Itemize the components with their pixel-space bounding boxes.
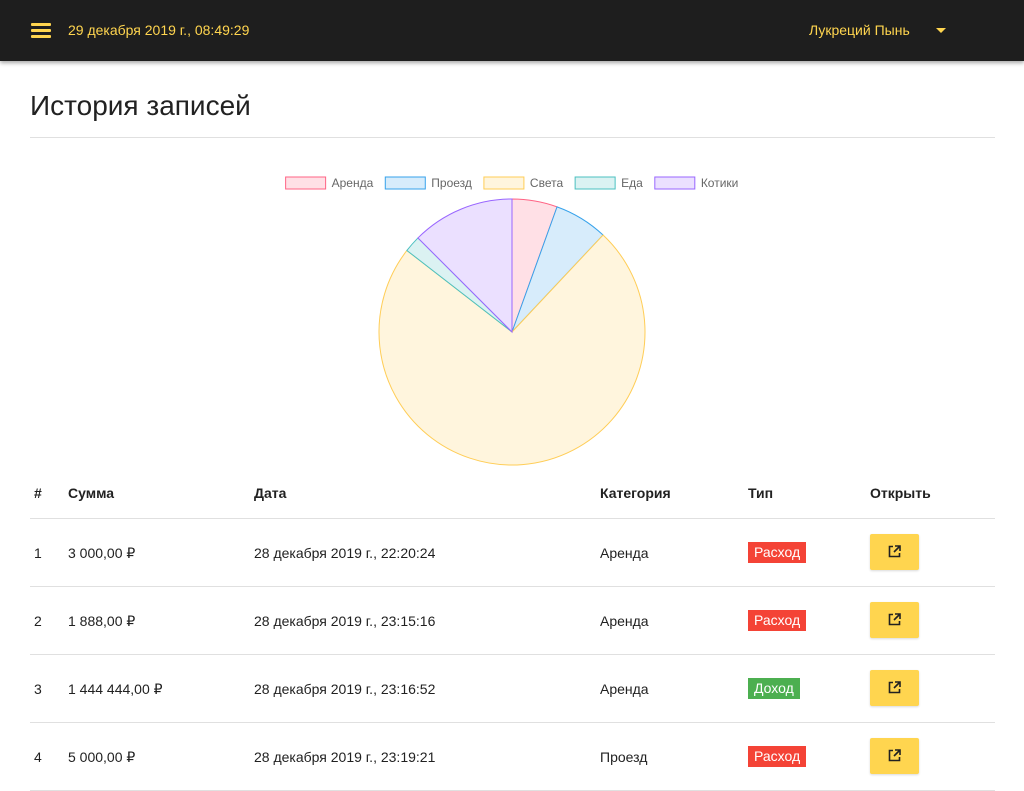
header-category: Категория (600, 485, 671, 501)
cell-category: Проезд (600, 749, 648, 765)
user-menu-name[interactable]: Лукреций Пынь (809, 22, 910, 38)
top-navbar: 29 декабря 2019 г., 08:49:29 Лукреций Пы… (0, 0, 1024, 61)
chart-slices (378, 198, 646, 466)
legend-swatch[interactable] (654, 176, 696, 190)
caret-down-icon[interactable] (936, 28, 946, 33)
cell-date: 28 декабря 2019 г., 23:15:16 (254, 613, 436, 629)
legend-label[interactable]: Котики (701, 176, 739, 190)
legend-label[interactable]: Света (530, 176, 564, 190)
cell-amount: 1 888,00 ₽ (68, 613, 136, 629)
table-row: 1 3 000,00 ₽ 28 декабря 2019 г., 22:20:2… (30, 519, 995, 587)
cell-amount: 3 000,00 ₽ (68, 545, 136, 561)
type-badge: Доход (748, 678, 800, 699)
open-record-button[interactable] (870, 670, 919, 706)
header-amount: Сумма (68, 485, 115, 501)
cell-category: Аренда (600, 545, 649, 561)
type-badge: Расход (748, 746, 807, 767)
legend-label[interactable]: Аренда (332, 176, 374, 190)
open-record-button[interactable] (870, 534, 919, 570)
pie-chart-svg: Аренда Проезд Света Еда Котики (285, 176, 739, 466)
cell-date: 28 декабря 2019 г., 23:16:52 (254, 681, 436, 697)
table-row: 4 5 000,00 ₽ 28 декабря 2019 г., 23:19:2… (30, 723, 995, 791)
open-in-new-icon (888, 545, 901, 558)
open-in-new-icon (888, 613, 901, 626)
records-table-body: 1 3 000,00 ₽ 28 декабря 2019 г., 22:20:2… (30, 519, 995, 791)
pie-chart: Аренда Проезд Света Еда Котики (0, 160, 1024, 480)
table-row: 3 1 444 444,00 ₽ 28 декабря 2019 г., 23:… (30, 655, 995, 723)
legend-swatch[interactable] (483, 176, 525, 190)
header-open: Открыть (870, 485, 931, 501)
cell-num: 4 (34, 749, 42, 765)
type-badge: Расход (748, 542, 807, 563)
table-header: # Сумма Дата Категория Тип Открыть (30, 476, 995, 519)
legend-swatch[interactable] (384, 176, 426, 190)
navbar-datetime: 29 декабря 2019 г., 08:49:29 (68, 22, 250, 38)
open-in-new-icon (888, 681, 901, 694)
header-num: # (34, 485, 42, 501)
cell-num: 1 (34, 545, 42, 561)
page-title: История записей (30, 90, 251, 121)
header-type: Тип (748, 485, 774, 501)
cell-date: 28 декабря 2019 г., 23:19:21 (254, 749, 436, 765)
open-record-button[interactable] (870, 738, 919, 774)
cell-num: 3 (34, 681, 42, 697)
header-date: Дата (254, 485, 287, 501)
cell-amount: 5 000,00 ₽ (68, 749, 136, 765)
chart-legend: Аренда Проезд Света Еда Котики (285, 176, 739, 190)
cell-category: Аренда (600, 613, 649, 629)
open-in-new-icon (888, 749, 901, 762)
cell-num: 2 (34, 613, 42, 629)
title-divider (30, 137, 995, 138)
cell-amount: 1 444 444,00 ₽ (68, 681, 163, 697)
open-record-button[interactable] (870, 602, 919, 638)
legend-label[interactable]: Проезд (431, 176, 472, 190)
table-row: 2 1 888,00 ₽ 28 декабря 2019 г., 23:15:1… (30, 587, 995, 655)
type-badge: Расход (748, 610, 807, 631)
hamburger-menu-icon[interactable] (28, 20, 54, 40)
legend-label[interactable]: Еда (621, 176, 643, 190)
legend-swatch[interactable] (574, 176, 616, 190)
cell-category: Аренда (600, 681, 649, 697)
cell-date: 28 декабря 2019 г., 22:20:24 (254, 545, 436, 561)
legend-swatch[interactable] (285, 176, 327, 190)
